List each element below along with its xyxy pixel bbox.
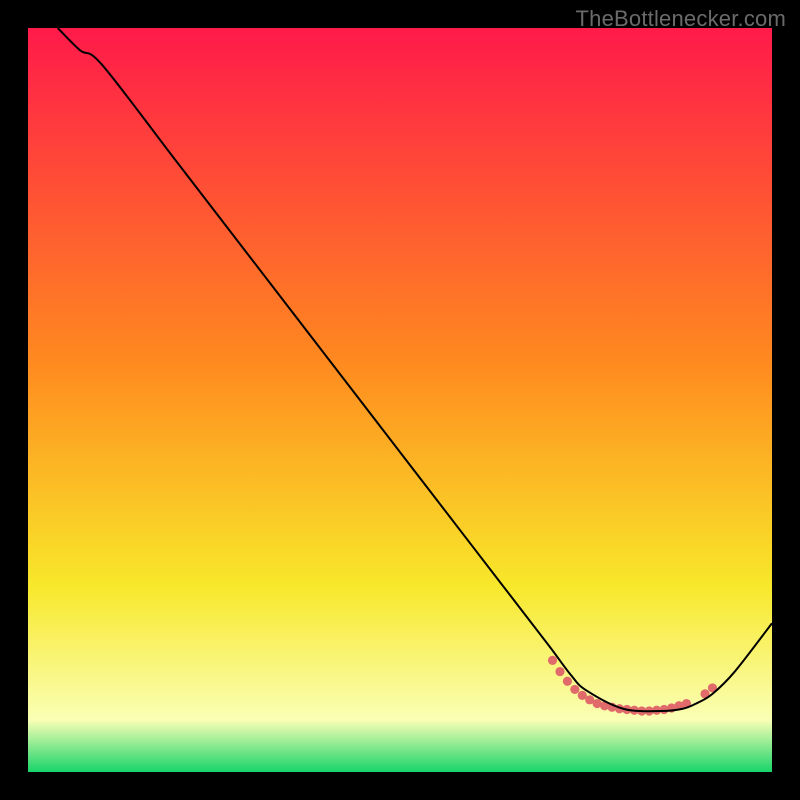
plot-area [28,28,772,772]
trough-marker [548,656,557,665]
chart-frame: TheBottlenecker.com [0,0,800,800]
trough-marker [563,677,572,686]
chart-svg [28,28,772,772]
gradient-background [28,28,772,772]
trough-marker [555,667,564,676]
trough-marker [570,685,579,694]
